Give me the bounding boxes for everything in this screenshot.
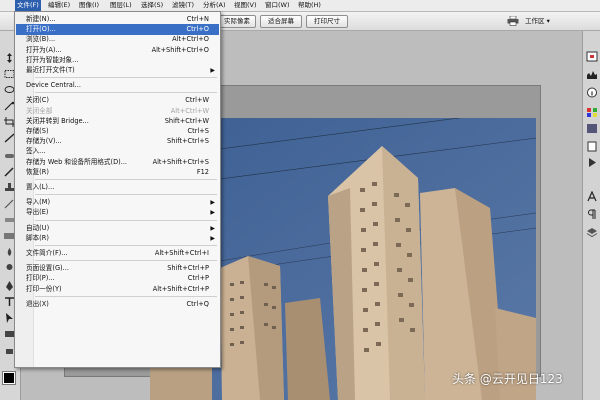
file-menu-item[interactable]: 退出(X) Ctrl+Q — [16, 299, 219, 310]
submenu-arrow-icon: ▶ — [210, 209, 215, 217]
menu-item-label: 导出(E) — [26, 208, 49, 217]
printer-icon[interactable] — [507, 15, 519, 26]
actual-pixels-button[interactable]: 实际像素 — [218, 15, 256, 28]
file-menu-item[interactable]: 置入(L)... — [16, 182, 219, 193]
menu-separator — [35, 219, 217, 221]
menu-item-shortcut: F12 — [196, 167, 209, 176]
menu-separator — [35, 179, 217, 180]
file-menu-item[interactable]: 导出(E) ▶ — [16, 207, 219, 218]
menu-item-label: 置入(L)... — [26, 183, 55, 191]
menu-analysis[interactable]: 分析(A) — [201, 0, 228, 11]
panel-dock — [582, 31, 600, 400]
menu-item-shortcut: Alt+Shift+Ctrl+I — [154, 249, 209, 257]
menu-item-label: 文件简介(F)... — [26, 249, 68, 257]
actions-panel-icon[interactable] — [586, 157, 598, 168]
file-menu-item[interactable]: 文件简介(F)... Alt+Shift+Ctrl+I — [16, 248, 219, 259]
menu-filter[interactable]: 滤镜(T) — [170, 0, 196, 11]
menu-separator — [35, 245, 217, 246]
menu-separator — [35, 77, 217, 79]
submenu-arrow-icon: ▶ — [210, 67, 215, 74]
menu-item-label: 退出(X) — [26, 299, 49, 308]
menu-layer[interactable]: 图层(L) — [108, 0, 134, 11]
paragraph-panel-icon[interactable] — [586, 209, 598, 220]
menu-select[interactable]: 选择(S) — [139, 0, 165, 11]
styles-panel-icon[interactable] — [586, 123, 598, 134]
layers-panel-icon[interactable] — [586, 227, 598, 238]
foreground-color-swatch[interactable] — [2, 371, 16, 385]
menu-window[interactable]: 窗口(W) — [263, 0, 292, 11]
menu-file[interactable]: 文件(F) — [15, 0, 41, 11]
menu-item-label: Device Central... — [26, 81, 81, 90]
file-menu-item[interactable]: 打印一份(Y) Alt+Shift+Ctrl+P — [16, 284, 219, 295]
swatches-panel-icon[interactable] — [586, 107, 598, 118]
print-size-button[interactable]: 打印尺寸 — [306, 15, 348, 28]
menu-separator — [35, 260, 217, 262]
menu-view[interactable]: 视图(V) — [232, 0, 259, 11]
menu-image[interactable]: 图像(I) — [77, 0, 101, 11]
info-panel-icon[interactable] — [586, 87, 598, 98]
workspace-dropdown[interactable]: 工作区 ▾ — [525, 15, 550, 27]
menu-separator — [35, 194, 217, 196]
menu-separator — [35, 92, 217, 94]
menu-item-label: 最近打开文件(T) — [26, 66, 75, 74]
menu-edit[interactable]: 编辑(E) — [46, 0, 72, 11]
menu-item-label: 脚本(R) — [26, 233, 49, 242]
file-menu-item[interactable]: 最近打开文件(T) ▶ — [16, 65, 219, 76]
history-panel-icon[interactable] — [586, 141, 598, 152]
file-menu-item[interactable]: 恢复(R) F12 — [16, 167, 219, 178]
file-menu-item[interactable]: Device Central... — [16, 80, 219, 91]
navigator-panel-icon[interactable] — [586, 51, 598, 62]
file-menu-dropdown: 新建(N)... Ctrl+N 打开(O)... Ctrl+O 浏览(B)... Alt+… — [14, 11, 221, 368]
file-menu-item[interactable]: 脚本(R) ▶ — [16, 233, 219, 244]
menu-item-label: 打印一份(Y) — [26, 284, 62, 293]
submenu-arrow-icon: ▶ — [210, 234, 215, 242]
watermark-text: 头条 @云开见日123 — [452, 372, 563, 386]
menu-item-label: 恢复(R) — [26, 167, 49, 176]
menu-item-shortcut: Alt+Shift+Ctrl+P — [152, 284, 209, 293]
menu-separator — [35, 295, 217, 297]
menu-item-shortcut: Ctrl+Q — [186, 299, 209, 308]
fit-screen-button[interactable]: 适合屏幕 — [260, 15, 302, 28]
menu-help[interactable]: 帮助(H) — [296, 0, 323, 11]
histogram-panel-icon[interactable] — [586, 69, 598, 80]
character-panel-icon[interactable] — [586, 191, 598, 202]
